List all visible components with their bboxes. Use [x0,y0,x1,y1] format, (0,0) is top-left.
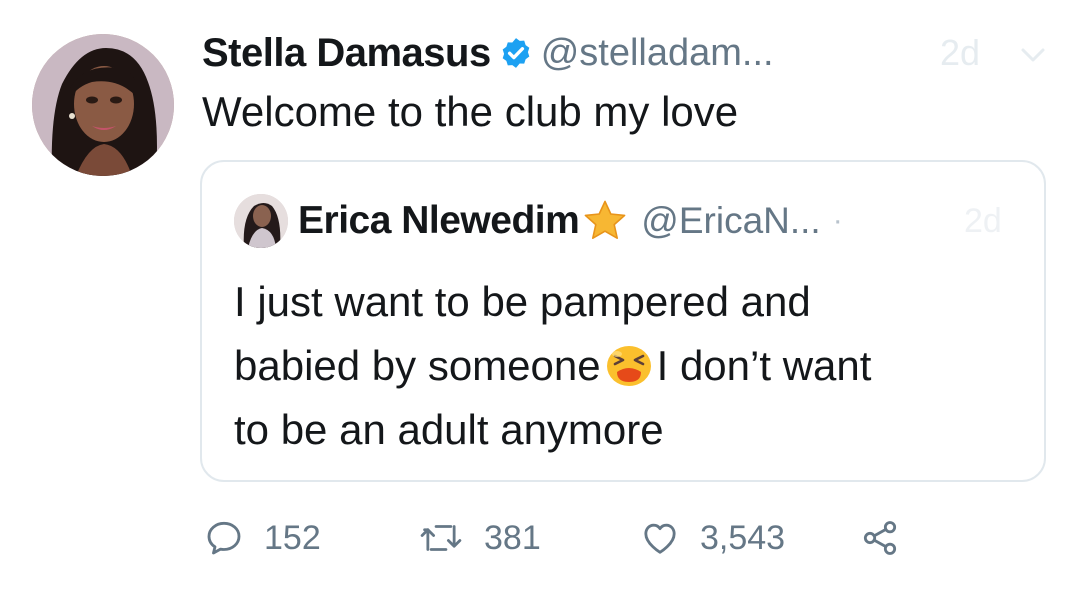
quoted-tweet-header: Erica Nlewedim @EricaN... · [298,196,843,246]
verified-badge-icon [499,36,533,70]
author-avatar[interactable] [32,34,174,176]
separator-dot: · [832,204,843,237]
quoted-text-line1: I just want to be pampered and [234,278,811,325]
quoted-author-name: Erica Nlewedim [298,199,580,242]
like-count: 3,543 [700,518,786,557]
reply-button[interactable]: 152 [204,512,321,564]
heart-icon [640,518,680,558]
tweet-time[interactable]: 2d [940,32,980,74]
quoted-text-line2a: babied by someone [234,342,601,389]
quoted-text-line3: to be an adult anymore [234,406,664,453]
reply-count: 152 [264,518,321,557]
retweet-count: 381 [484,518,541,557]
quoted-tweet-text: I just want to be pampered and babied by… [234,270,1024,462]
reply-icon [204,518,244,558]
tweet[interactable]: Stella Damasus @stelladam... 2d Welcome … [0,0,1080,594]
tweet-header: Stella Damasus @stelladam... [202,28,774,78]
quoted-author-handle: @EricaN... [641,200,821,241]
author-name[interactable]: Stella Damasus [202,31,491,76]
tired-face-emoji-icon [605,342,653,386]
tweet-actions: 152 381 3,543 [204,512,924,564]
quoted-tweet-time: 2d [964,202,1002,240]
retweet-button[interactable]: 381 [418,512,541,564]
tweet-text: Welcome to the club my love [202,88,739,135]
share-button[interactable] [860,512,900,564]
author-handle[interactable]: @stelladam... [541,32,774,75]
quoted-author-avatar [234,194,288,248]
quoted-tweet[interactable]: Erica Nlewedim @EricaN... · 2d I just wa… [200,160,1046,482]
star-emoji-icon [581,197,629,245]
chevron-down-icon[interactable] [1015,40,1051,68]
retweet-icon [418,518,464,558]
like-button[interactable]: 3,543 [640,512,785,564]
quoted-text-line2b: I don’t want [656,342,872,389]
share-icon [860,518,900,558]
